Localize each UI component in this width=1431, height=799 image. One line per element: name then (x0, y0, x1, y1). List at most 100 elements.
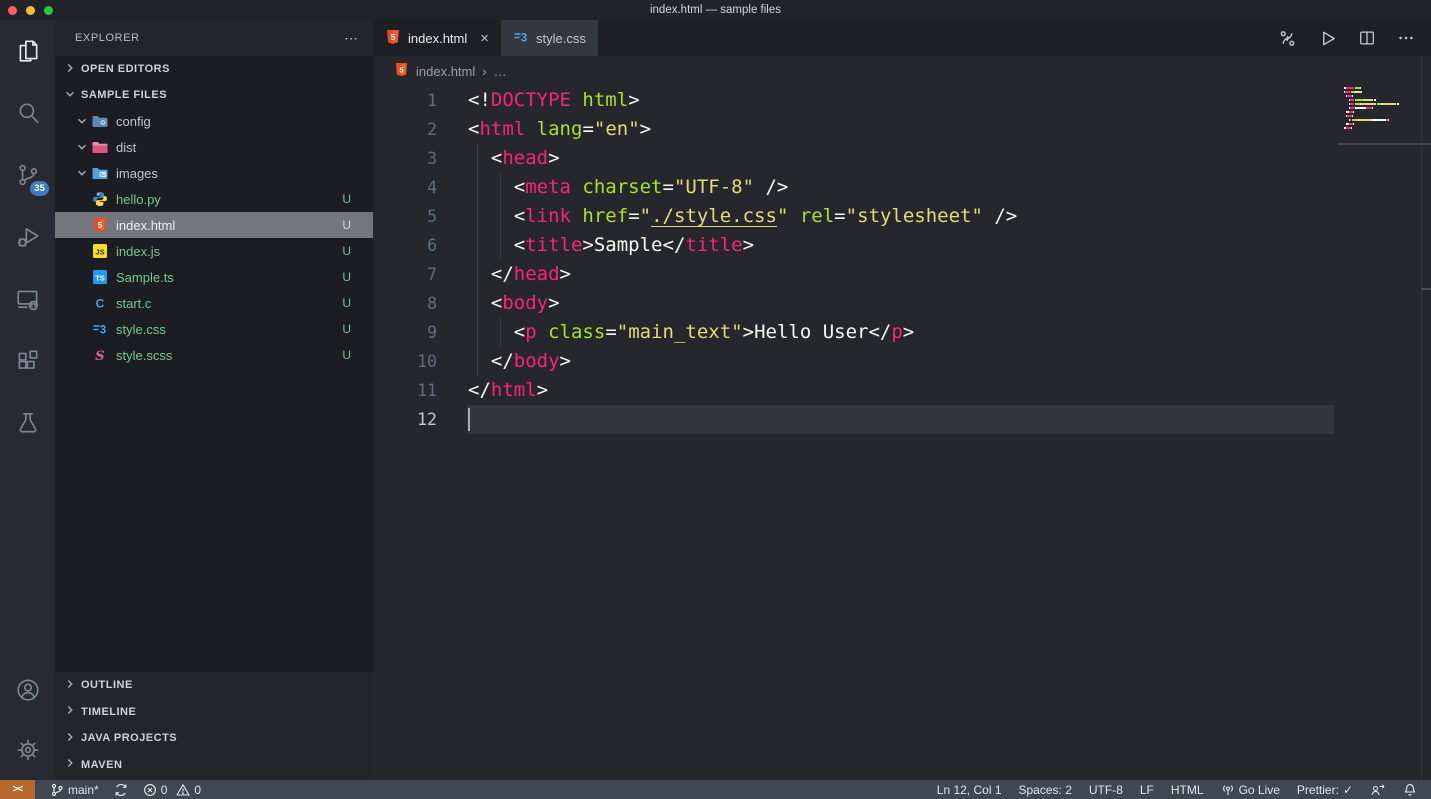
activity-search[interactable] (0, 82, 55, 144)
code-line-11[interactable]: 11 </html> (373, 376, 1333, 405)
git-branch-button[interactable]: main* (50, 783, 99, 797)
activity-explorer[interactable] (0, 20, 55, 82)
section-sample-files[interactable]: SAMPLE FILES (55, 82, 373, 108)
notifications-button[interactable] (1403, 783, 1417, 797)
code-line-7[interactable]: 7 </head> (373, 260, 1333, 289)
activity-source-control[interactable]: 35 (0, 144, 55, 206)
html-icon: 5 (92, 217, 109, 233)
section-timeline[interactable]: TIMELINE (55, 699, 373, 726)
code-editor[interactable]: 1 <!DOCTYPE html> 2 <html lang="en"> 3 <head… (373, 86, 1333, 434)
line-number[interactable]: 8 (373, 289, 437, 318)
activity-extensions[interactable] (0, 330, 55, 392)
remote-indicator-button[interactable]: >< (0, 780, 35, 799)
breadcrumb-separator: › (482, 63, 487, 79)
feedback-button[interactable] (1370, 783, 1386, 797)
activity-settings[interactable] (0, 720, 55, 780)
line-number[interactable]: 12 (373, 405, 437, 434)
minimap[interactable] (1338, 86, 1422, 134)
svg-text:5: 5 (391, 33, 396, 42)
run-play-icon[interactable] (1318, 29, 1337, 48)
tree-item-start.c[interactable]: Cstart.c U (55, 290, 373, 316)
code-text: <body> (468, 292, 560, 314)
extensions-icon (15, 348, 41, 374)
scrollbar-thumb[interactable] (1421, 288, 1431, 290)
tree-item-images[interactable]: images (55, 160, 373, 186)
git-status-badge: U (342, 270, 351, 284)
activity-run-and-debug[interactable] (0, 206, 55, 268)
tab-index.html[interactable]: 5 index.html × (373, 20, 502, 56)
cursor-position-button[interactable]: Ln 12, Col 1 (937, 783, 1002, 797)
close-tab-icon[interactable]: × (480, 30, 489, 47)
line-number[interactable]: 3 (373, 144, 437, 173)
code-text: </head> (468, 263, 571, 285)
line-number[interactable]: 6 (373, 231, 437, 260)
account-icon (15, 677, 41, 703)
section-java-projects[interactable]: JAVA PROJECTS (55, 725, 373, 752)
chevron-down-icon (75, 140, 92, 154)
code-text: <head> (468, 147, 560, 169)
line-number[interactable]: 9 (373, 318, 437, 347)
tree-item-config[interactable]: config (55, 108, 373, 134)
indentation-button[interactable]: Spaces: 2 (1019, 783, 1072, 797)
git-status-badge: U (342, 244, 351, 258)
activity-remote-explorer[interactable] (0, 268, 55, 330)
code-line-10[interactable]: 10 </body> (373, 347, 1333, 376)
line-number[interactable]: 11 (373, 376, 437, 405)
status-bar: >< main* 0 0 Ln 12, Col 1 Spaces: 2 UTF-… (0, 780, 1431, 799)
problems-button[interactable]: 0 0 (143, 783, 201, 797)
ts-icon: TS (92, 269, 109, 285)
eol-button[interactable]: LF (1140, 783, 1154, 797)
code-line-1[interactable]: 1 <!DOCTYPE html> (373, 86, 1333, 115)
code-line-8[interactable]: 8 <body> (373, 289, 1333, 318)
split-editor-icon[interactable] (1358, 29, 1376, 47)
line-number[interactable]: 10 (373, 347, 437, 376)
chevron-right-icon (63, 756, 77, 773)
line-number[interactable]: 4 (373, 173, 437, 202)
line-number[interactable]: 7 (373, 260, 437, 289)
chevron-right-icon (63, 730, 77, 747)
code-line-12[interactable]: 12 (373, 405, 1333, 434)
section-open-editors[interactable]: OPEN EDITORS (55, 56, 373, 82)
tree-item-index.html[interactable]: 5 index.html U (55, 212, 373, 238)
tree-item-index.js[interactable]: JS index.js U (55, 238, 373, 264)
svg-text:S: S (95, 349, 104, 363)
code-line-4[interactable]: 4 <meta charset="UTF-8" /> (373, 173, 1333, 202)
tree-item-style.css[interactable]: 3 style.css U (55, 316, 373, 342)
tree-item-label: images (116, 165, 158, 181)
breadcrumb-file[interactable]: index.html (416, 64, 475, 79)
code-line-5[interactable]: 5 <link href="./style.css" rel="styleshe… (373, 202, 1333, 231)
open-changes-icon[interactable] (1278, 29, 1297, 48)
section-outline[interactable]: OUTLINE (55, 672, 373, 699)
line-number[interactable]: 1 (373, 86, 437, 115)
activity-accounts[interactable] (0, 660, 55, 720)
code-line-6[interactable]: 6 <title>Sample</title> (373, 231, 1333, 260)
section-maven[interactable]: MAVEN (55, 752, 373, 779)
explorer-more-actions-button[interactable]: ⋯ (344, 30, 359, 47)
sync-button[interactable] (114, 783, 128, 797)
tab-style.css[interactable]: 3 style.css (501, 20, 598, 56)
activity-testing[interactable] (0, 392, 55, 454)
go-live-button[interactable]: Go Live (1221, 783, 1280, 797)
more-actions-icon[interactable] (1397, 29, 1415, 47)
css-icon: 3 (92, 321, 109, 337)
code-line-2[interactable]: 2 <html lang="en"> (373, 115, 1333, 144)
code-line-3[interactable]: 3 <head> (373, 144, 1333, 173)
line-number[interactable]: 2 (373, 115, 437, 144)
line-number[interactable]: 5 (373, 202, 437, 231)
files-icon (15, 38, 41, 64)
encoding-button[interactable]: UTF-8 (1089, 783, 1123, 797)
tree-item-hello.py[interactable]: hello.py U (55, 186, 373, 212)
chevron-right-icon (63, 677, 77, 694)
tree-item-style.scss[interactable]: Sstyle.scss U (55, 342, 373, 368)
code-text: </html> (468, 379, 549, 401)
tree-item-dist[interactable]: dist (55, 134, 373, 160)
code-line-9[interactable]: 9 <p class="main_text">Hello User</p> (373, 318, 1333, 347)
tree-item-label: style.css (116, 321, 166, 337)
breadcrumb-more[interactable]: … (494, 64, 507, 79)
tree-item-label: config (116, 113, 151, 129)
language-mode-button[interactable]: HTML (1171, 783, 1204, 797)
prettier-button[interactable]: Prettier: ✓ (1297, 783, 1353, 797)
code-text: <p class="main_text">Hello User</p> (468, 321, 915, 343)
tree-item-Sample.ts[interactable]: TS Sample.ts U (55, 264, 373, 290)
